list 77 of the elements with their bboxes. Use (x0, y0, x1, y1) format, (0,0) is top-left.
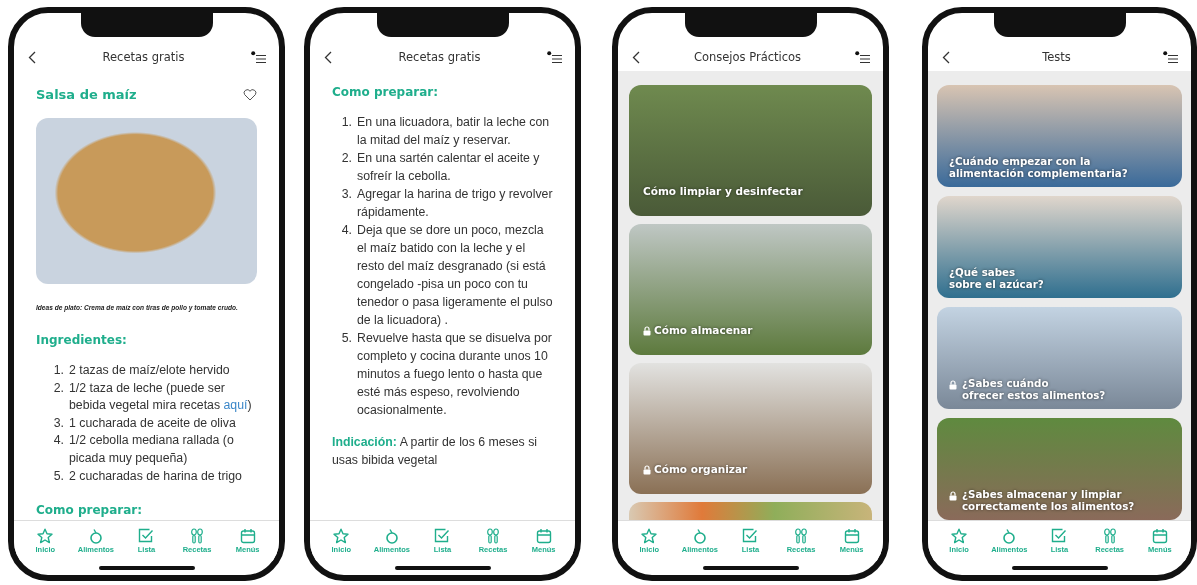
menu-icon[interactable] (547, 50, 563, 64)
star-icon (37, 528, 54, 544)
list-item-text: 1 cucharada de aceite de oliva (69, 414, 236, 432)
lock-icon (643, 326, 651, 337)
calendar-icon (1151, 528, 1168, 544)
utensils-icon (1101, 528, 1118, 544)
list-item-text: En una sartén calentar el aceite y sofreír la cebolla. (357, 150, 541, 185)
checklist-icon (742, 528, 759, 544)
list-item-text: Agregar la harina de trigo y revolver rápidamente. (357, 186, 553, 221)
list-number: 3. (52, 414, 64, 432)
photo-card[interactable]: ¿Cuándo empezar con la alimentación complementaria? (937, 85, 1182, 187)
star-icon (641, 528, 658, 544)
section-heading: Ingredientes: (36, 333, 128, 347)
checklist-icon (1051, 528, 1068, 544)
note-text: Indicación: A partir de los 6 meses si usas bibida vegetal (332, 434, 539, 469)
lock-icon (643, 465, 651, 476)
photo-card[interactable]: Cómo almacenar (629, 224, 872, 355)
calendar-icon (535, 528, 552, 544)
section-heading: Como preparar: (36, 503, 144, 518)
list-number: 2. (52, 379, 64, 397)
checklist-icon (138, 528, 155, 544)
list-item-text: Deja que se dore un poco, mezcla el maíz batido con la leche y el resto del maíz desgranado (si está congelado -pisa un poco con tu tenedor o pasa ligeramente el pulso de la licuadora) . (357, 222, 553, 329)
menu-icon[interactable] (855, 50, 871, 64)
list-number: 2. (340, 150, 352, 167)
list-item-text: Revuelve hasta que se disuelva por completo y cocina durante unos 10 minutos a fuego lento o hasta que esté más espeso, revolviendo ocasionalmente. (357, 330, 553, 419)
photo-card[interactable]: ¿Sabes almacenar y limpiar correctamente los alimentos? (937, 418, 1182, 520)
utensils-icon (485, 528, 502, 544)
list-number: 4. (340, 222, 352, 239)
screen-title: Recetas gratis (398, 50, 481, 64)
back-icon[interactable] (28, 50, 36, 64)
lock-icon (949, 491, 957, 502)
checklist-icon (434, 528, 451, 544)
list-item-text: 1/2 cebolla mediana rallada (o picada muy pequeña) (69, 432, 235, 467)
photo-card[interactable]: ¿Sabes cuándo ofrecer estos alimentos? (937, 307, 1182, 409)
list-number: 4. (52, 432, 64, 450)
list-item-text: En una licuadora, batir la leche con la mitad del maíz y reservar. (357, 114, 551, 149)
photo-card[interactable]: Cómo limpiar y desinfectar (629, 85, 872, 216)
screen-title: Consejos Prácticos (693, 50, 802, 64)
heart-icon[interactable] (243, 88, 257, 101)
menu-icon[interactable] (251, 50, 267, 64)
card-title: ¿Sabes cuándo ofrecer estos alimentos? (962, 378, 1106, 401)
list-number: 5. (52, 467, 64, 485)
photo-card[interactable]: ¿Qué sabes sobre el azúcar? (937, 196, 1182, 298)
back-icon[interactable] (324, 50, 332, 64)
calendar-icon (239, 528, 256, 544)
utensils-icon (793, 528, 810, 544)
recipe-title: Salsa de maíz (36, 87, 137, 102)
back-icon[interactable] (942, 50, 950, 64)
card-title: Cómo organizar (654, 464, 748, 476)
star-icon (951, 528, 968, 544)
back-icon[interactable] (632, 50, 640, 64)
lock-icon (949, 380, 957, 391)
apple-icon (691, 528, 708, 544)
list-item-text: 2 cucharadas de harina de trigo (69, 467, 242, 485)
screen-title: Recetas gratis (102, 50, 185, 64)
list-item-text: 2 tazas de maíz/elote hervido (69, 362, 230, 379)
screen-title: Tests (1042, 50, 1071, 64)
list-number: 3. (340, 186, 352, 203)
utensils-icon (189, 528, 206, 544)
card-title: Cómo limpiar y desinfectar (643, 186, 803, 198)
star-icon (333, 528, 350, 544)
calendar-icon (843, 528, 860, 544)
list-number: 5. (340, 330, 352, 347)
list-number: 1. (52, 362, 64, 379)
link[interactable]: aquí (223, 398, 248, 413)
photo-card[interactable]: Cómo organizar (629, 363, 872, 494)
apple-icon (383, 528, 400, 544)
card-title: ¿Cuándo empezar con la alimentación complementaria? (949, 156, 1128, 179)
list-number: 1. (340, 114, 352, 131)
apple-icon (1001, 528, 1018, 544)
apple-icon (87, 528, 104, 544)
card-title: ¿Sabes almacenar y limpiar correctamente los alimentos? (962, 489, 1135, 512)
card-title: ¿Qué sabes sobre el azúcar? (949, 267, 1044, 290)
list-item-text: 1/2 taza de leche (puede ser bebida vegetal mira recetas aquí) (69, 379, 253, 415)
card-title: Cómo almacenar (654, 325, 753, 337)
section-heading: Como preparar: (332, 85, 440, 99)
menu-icon[interactable] (1163, 50, 1179, 64)
